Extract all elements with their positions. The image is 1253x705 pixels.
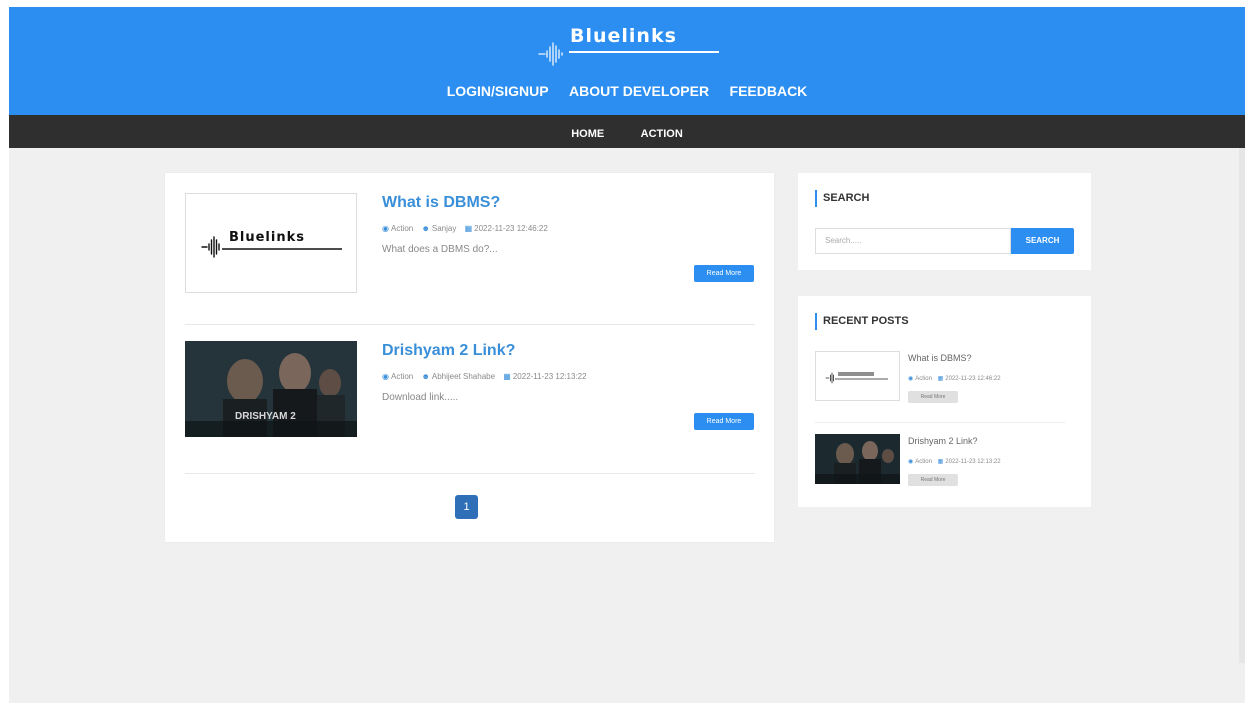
- post-excerpt: Download link.....: [382, 392, 459, 403]
- nav-about-developer[interactable]: ABOUT DEVELOPER: [569, 83, 709, 99]
- site-header: Bluelinks LOGIN/SIGNUP ABOUT DEVELOPER F…: [9, 7, 1245, 115]
- post-date: 2022-11-23 12:46:22: [474, 224, 548, 233]
- recent-post-meta: ◉ Action ▦ 2022-11-23 12:13:22: [908, 458, 1005, 465]
- search-button[interactable]: SEARCH: [1011, 228, 1074, 254]
- recent-posts-title: RECENT POSTS: [815, 313, 909, 330]
- recent-posts-widget: RECENT POSTS What is DBMS? ◉ Action ▦ 20…: [798, 296, 1091, 507]
- recent-post-title[interactable]: Drishyam 2 Link?: [908, 436, 978, 446]
- category-navigation: HOME ACTION: [9, 115, 1245, 148]
- post-thumbnail[interactable]: Bluelinks: [185, 193, 357, 293]
- read-more-button[interactable]: Read More: [694, 413, 754, 430]
- calendar-icon: ▦: [937, 459, 944, 465]
- user-icon: ☻: [421, 224, 430, 233]
- site-name: Bluelinks: [570, 25, 677, 47]
- recent-post-date: 2022-11-23 12:13:22: [945, 459, 1001, 465]
- post-title[interactable]: Drishyam 2 Link?: [382, 342, 515, 360]
- tag-icon: ◉: [908, 459, 914, 465]
- recent-read-more-button[interactable]: Read More: [908, 391, 958, 403]
- browser-viewport: Bluelinks LOGIN/SIGNUP ABOUT DEVELOPER F…: [9, 7, 1245, 703]
- recent-post-date: 2022-11-23 12:46:22: [945, 376, 1001, 382]
- tag-icon: ◉: [908, 376, 914, 382]
- read-more-button[interactable]: Read More: [694, 265, 754, 282]
- recent-post-divider: [815, 422, 1065, 423]
- drishyam-poster-image: [185, 341, 357, 437]
- post-category[interactable]: Action: [391, 224, 413, 233]
- post-author: Sanjay: [431, 224, 457, 233]
- recent-post-category[interactable]: Action: [915, 459, 932, 465]
- pagination-page-1[interactable]: 1: [455, 495, 478, 519]
- logo-underline: [569, 51, 719, 53]
- recent-post-item: What is DBMS? ◉ Action ▦ 2022-11-23 12:46:…: [815, 351, 1077, 411]
- calendar-icon: ▦: [464, 224, 473, 233]
- top-navigation: LOGIN/SIGNUP ABOUT DEVELOPER FEEDBACK: [9, 83, 1245, 101]
- posts-list: Bluelinks What is DBMS? ◉ Action ☻ Sanjay …: [165, 173, 774, 542]
- post-divider: [185, 473, 755, 474]
- recent-post-item: Drishyam 2 Link? ◉ Action ▦ 2022-11-23 12:…: [815, 434, 1077, 494]
- post-category[interactable]: Action: [391, 372, 413, 381]
- recent-post-meta: ◉ Action ▦ 2022-11-23 12:46:22: [908, 375, 1005, 382]
- recent-post-thumbnail[interactable]: [815, 434, 900, 484]
- post-card: DRISHYAM 2 Drishyam 2 Link? ◉ Action ☻ Abh…: [185, 341, 755, 466]
- user-icon: ☻: [421, 372, 430, 381]
- nav-action[interactable]: ACTION: [641, 128, 683, 140]
- post-meta: ◉ Action ☻ Abhijeet Shahabe ▦ 2022-11-23 12…: [382, 372, 593, 381]
- search-input[interactable]: Search.....: [815, 228, 1011, 254]
- post-title[interactable]: What is DBMS?: [382, 194, 500, 212]
- post-divider: [185, 324, 755, 325]
- nav-home[interactable]: HOME: [571, 128, 604, 140]
- site-logo[interactable]: Bluelinks: [537, 21, 727, 71]
- recent-post-thumbnail[interactable]: [815, 351, 900, 401]
- tag-icon: ◉: [382, 372, 389, 381]
- post-thumbnail[interactable]: DRISHYAM 2: [185, 341, 357, 437]
- page-scrollbar[interactable]: [1239, 148, 1245, 663]
- post-author: Abhijeet Shahabe: [431, 372, 496, 381]
- recent-post-category[interactable]: Action: [915, 376, 932, 382]
- nav-login-signup[interactable]: LOGIN/SIGNUP: [447, 83, 549, 99]
- sound-wave-icon: [538, 42, 563, 66]
- search-widget: SEARCH Search..... SEARCH: [798, 173, 1091, 270]
- post-excerpt: What does a DBMS do?...: [382, 244, 498, 255]
- nav-feedback[interactable]: FEEDBACK: [730, 83, 808, 99]
- tag-icon: ◉: [382, 224, 389, 233]
- thumbnail-logo-text: Bluelinks: [229, 230, 305, 245]
- post-date: 2022-11-23 12:13:22: [512, 372, 587, 381]
- post-meta: ◉ Action ☻ Sanjay ▦ 2022-11-23 12:46:22: [382, 224, 554, 233]
- drishyam-poster-image: [815, 434, 900, 484]
- bluelinks-logo-image: [825, 372, 888, 384]
- calendar-icon: ▦: [503, 372, 511, 381]
- post-card: Bluelinks What is DBMS? ◉ Action ☻ Sanjay …: [185, 193, 755, 318]
- recent-read-more-button[interactable]: Read More: [908, 474, 958, 486]
- recent-post-title[interactable]: What is DBMS?: [908, 353, 972, 363]
- calendar-icon: ▦: [937, 376, 944, 382]
- poster-title-text: DRISHYAM 2: [235, 411, 296, 422]
- search-widget-title: SEARCH: [815, 190, 869, 207]
